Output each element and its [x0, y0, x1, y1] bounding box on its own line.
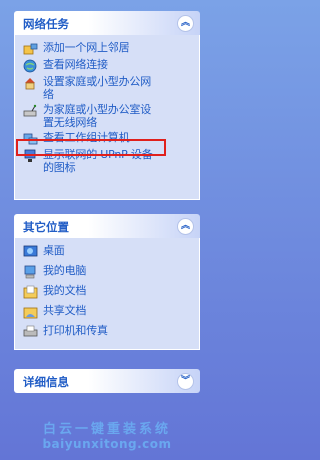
task-label: 设置家庭或小型办公网 络	[43, 75, 151, 101]
other-places-header[interactable]: 其它位置 ︽	[14, 214, 200, 238]
details-title: 详细信息	[23, 375, 69, 389]
details-header[interactable]: 详细信息 ︾	[14, 369, 200, 393]
task-add-network-place[interactable]: 添加一个网上邻居	[23, 41, 195, 56]
desktop-icon	[23, 245, 38, 259]
watermark-line1: 白云一键重装系统	[42, 422, 171, 437]
other-places-body: 桌面 我的电脑 我的文档 共享文档 打印机和传真	[14, 238, 200, 350]
task-label: 为家庭或小型办公室设 置无线网络	[43, 103, 151, 129]
upnp-devices-icon	[23, 149, 38, 163]
add-network-place-icon	[23, 42, 38, 56]
wireless-network-setup-icon	[23, 104, 38, 118]
place-printers-faxes[interactable]: 打印机和传真	[23, 324, 195, 339]
details-panel: 详细信息 ︾	[14, 369, 200, 393]
other-places-title: 其它位置	[23, 220, 69, 234]
watermark-line2: baiyunxitong.com	[42, 437, 172, 451]
place-my-computer[interactable]: 我的电脑	[23, 264, 195, 279]
task-setup-wireless-network[interactable]: 为家庭或小型办公室设 置无线网络	[23, 103, 195, 129]
network-connections-icon	[23, 59, 38, 73]
place-desktop[interactable]: 桌面	[23, 244, 195, 259]
network-tasks-header[interactable]: 网络任务 ︽	[14, 11, 200, 35]
task-show-upnp-devices[interactable]: 显示联网的 UPnP 设备 的图标	[23, 148, 195, 174]
place-label: 共享文档	[43, 304, 87, 317]
other-places-panel: 其它位置 ︽ 桌面 我的电脑 我的文档 共享文档 打印机和传真	[14, 214, 200, 350]
printers-faxes-icon	[23, 325, 38, 339]
task-label: 添加一个网上邻居	[43, 41, 130, 54]
network-tasks-panel: 网络任务 ︽ 添加一个网上邻居 查看网络连接 设置家庭或小型办公网 络 为家庭或…	[14, 11, 200, 200]
workgroup-computers-icon	[23, 132, 38, 146]
place-label: 我的文档	[43, 284, 87, 297]
place-label: 我的电脑	[43, 264, 87, 277]
place-shared-documents[interactable]: 共享文档	[23, 304, 195, 319]
network-tasks-body: 添加一个网上邻居 查看网络连接 设置家庭或小型办公网 络 为家庭或小型办公室设 …	[14, 35, 200, 200]
collapse-chevron-icon[interactable]: ︽	[177, 15, 194, 32]
task-setup-home-network[interactable]: 设置家庭或小型办公网 络	[23, 75, 195, 101]
shared-documents-icon	[23, 305, 38, 319]
collapse-chevron-icon[interactable]: ︽	[177, 218, 194, 235]
my-computer-icon	[23, 265, 38, 279]
task-view-network-connections[interactable]: 查看网络连接	[23, 58, 195, 73]
place-label: 桌面	[43, 244, 65, 257]
home-network-setup-icon	[23, 76, 38, 90]
place-my-documents[interactable]: 我的文档	[23, 284, 195, 299]
task-label: 显示联网的 UPnP 设备 的图标	[43, 148, 153, 174]
task-label: 查看工作组计算机	[43, 131, 130, 144]
network-tasks-title: 网络任务	[23, 17, 69, 31]
place-label: 打印机和传真	[43, 324, 108, 337]
task-label: 查看网络连接	[43, 58, 108, 71]
task-view-workgroup-computers[interactable]: 查看工作组计算机	[23, 131, 195, 146]
my-documents-icon	[23, 285, 38, 299]
expand-chevron-icon[interactable]: ︾	[177, 373, 194, 390]
